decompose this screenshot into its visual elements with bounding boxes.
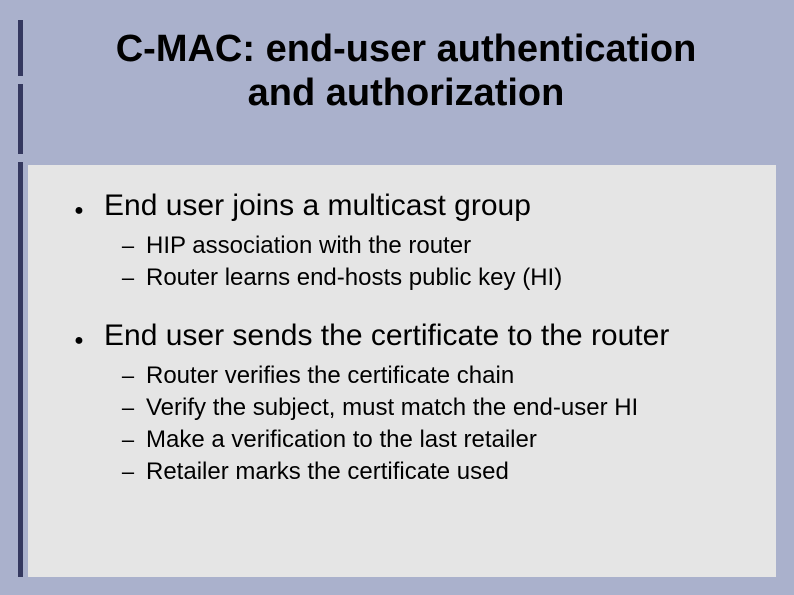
- bullet-icon: ●: [72, 195, 86, 227]
- sub-bullet-text: HIP association with the router: [146, 231, 471, 261]
- side-bar-segment: [18, 84, 23, 154]
- sub-bullet-text: Retailer marks the certificate used: [146, 457, 509, 487]
- side-bar-segment: [18, 20, 23, 76]
- dash-icon: –: [120, 265, 136, 291]
- side-bar-segment: [18, 162, 23, 577]
- decorative-side-bars: [0, 0, 28, 595]
- bullet-item: ● End user sends the certificate to the …: [72, 317, 744, 357]
- dash-icon: –: [120, 233, 136, 259]
- bullet-text: End user sends the certificate to the ro…: [104, 317, 669, 355]
- sub-bullet-item: – Retailer marks the certificate used: [120, 457, 744, 487]
- bullet-icon: ●: [72, 325, 86, 357]
- title-line-2: and authorization: [248, 72, 565, 114]
- sub-bullet-item: – Router learns end-hosts public key (HI…: [120, 263, 744, 293]
- sub-bullet-text: Router verifies the certificate chain: [146, 361, 514, 391]
- dash-icon: –: [120, 459, 136, 485]
- sub-bullet-item: – Make a verification to the last retail…: [120, 425, 744, 455]
- slide-body: ● End user joins a multicast group – HIP…: [28, 165, 776, 577]
- slide-title: C-MAC: end-user authentication and autho…: [46, 28, 766, 115]
- sub-bullet-item: – Verify the subject, must match the end…: [120, 393, 744, 423]
- sub-bullet-text: Verify the subject, must match the end-u…: [146, 393, 638, 423]
- title-line-1: C-MAC: end-user authentication: [116, 28, 697, 70]
- dash-icon: –: [120, 427, 136, 453]
- dash-icon: –: [120, 395, 136, 421]
- dash-icon: –: [120, 363, 136, 389]
- sub-bullet-item: – HIP association with the router: [120, 231, 744, 261]
- bullet-text: End user joins a multicast group: [104, 187, 531, 225]
- sub-bullet-text: Router learns end-hosts public key (HI): [146, 263, 562, 293]
- bullet-item: ● End user joins a multicast group: [72, 187, 744, 227]
- sub-bullet-text: Make a verification to the last retailer: [146, 425, 537, 455]
- spacer: [72, 295, 744, 317]
- sub-bullet-item: – Router verifies the certificate chain: [120, 361, 744, 391]
